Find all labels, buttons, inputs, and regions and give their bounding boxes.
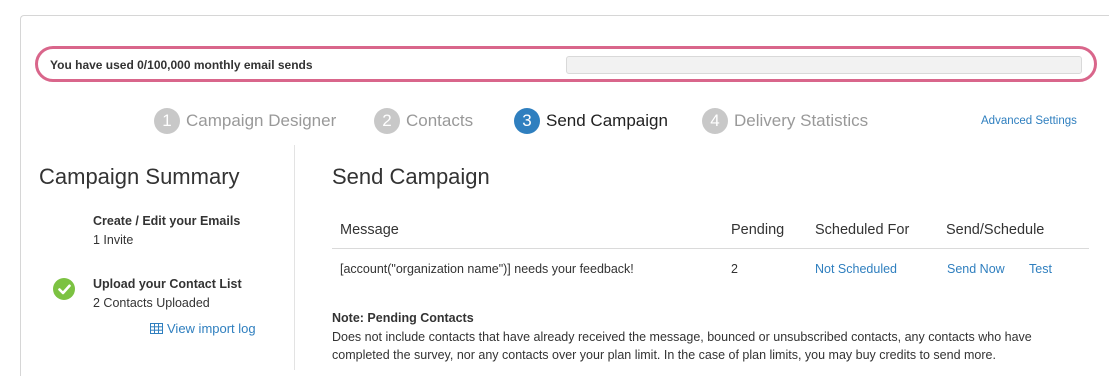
step-campaign-designer[interactable]: 1 Campaign Designer bbox=[154, 108, 336, 134]
test-link[interactable]: Test bbox=[1029, 262, 1052, 276]
step-label: Delivery Statistics bbox=[734, 111, 869, 130]
usage-text: You have used 0/100,000 monthly email se… bbox=[50, 58, 313, 72]
usage-banner: You have used 0/100,000 monthly email se… bbox=[35, 46, 1097, 82]
step-send-campaign[interactable]: 3 Send Campaign bbox=[514, 108, 668, 134]
message-cell: [account("organization name")] needs you… bbox=[340, 262, 634, 276]
send-campaign-title: Send Campaign bbox=[332, 164, 490, 189]
step-number: 1 bbox=[154, 108, 180, 134]
column-header-message: Message bbox=[340, 222, 399, 238]
step-label: Campaign Designer bbox=[186, 111, 337, 130]
pending-contacts-note-text: Does not include contacts that have alre… bbox=[332, 330, 1032, 362]
view-import-log-label: View import log bbox=[167, 321, 256, 336]
summary-item-title: Upload your Contact List bbox=[93, 277, 242, 291]
summary-item-subtitle: 1 Invite bbox=[93, 233, 134, 247]
grid-icon bbox=[150, 323, 163, 334]
step-number: 3 bbox=[514, 108, 540, 134]
usage-progress-bar bbox=[566, 56, 1082, 74]
step-label: Send Campaign bbox=[546, 111, 668, 130]
step-label: Contacts bbox=[406, 111, 474, 130]
column-header-pending: Pending bbox=[731, 222, 785, 238]
not-scheduled-link[interactable]: Not Scheduled bbox=[815, 262, 897, 276]
step-number: 2 bbox=[374, 108, 400, 134]
column-divider bbox=[294, 145, 295, 370]
table-header-divider bbox=[332, 248, 1089, 249]
step-delivery-statistics[interactable]: 4 Delivery Statistics bbox=[702, 108, 868, 134]
check-icon bbox=[53, 278, 75, 300]
advanced-settings-link[interactable]: Advanced Settings bbox=[981, 115, 1077, 127]
step-contacts[interactable]: 2 Contacts bbox=[374, 108, 473, 134]
column-header-send-schedule: Send/Schedule bbox=[946, 222, 1045, 238]
pending-contacts-note-title: Note: Pending Contacts bbox=[332, 311, 474, 325]
column-header-scheduled-for: Scheduled For bbox=[815, 222, 910, 238]
summary-item-title: Create / Edit your Emails bbox=[93, 214, 241, 228]
pending-cell: 2 bbox=[731, 262, 738, 276]
summary-item-subtitle: 2 Contacts Uploaded bbox=[93, 296, 210, 310]
send-now-link[interactable]: Send Now bbox=[947, 262, 1005, 276]
view-import-log-link[interactable]: View import log bbox=[150, 321, 256, 336]
campaign-summary-title: Campaign Summary bbox=[39, 164, 240, 189]
step-number: 4 bbox=[702, 108, 728, 134]
